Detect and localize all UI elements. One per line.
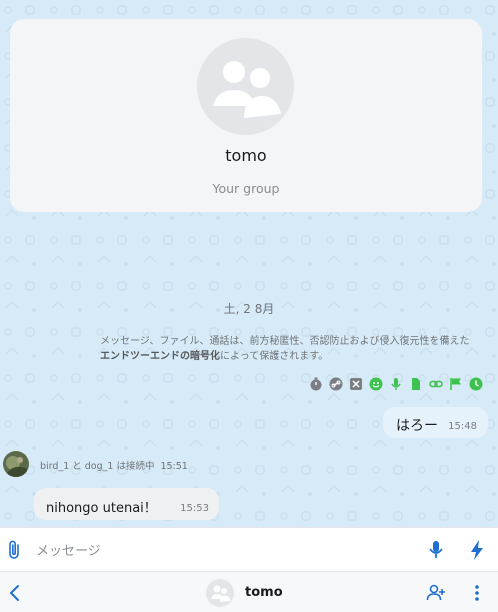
file-icon <box>409 376 423 390</box>
close-square-icon <box>349 376 363 390</box>
message-time: 15:53 <box>180 503 209 514</box>
more-vertical-icon[interactable] <box>472 584 482 602</box>
mic-icon <box>389 376 403 390</box>
bottom-navigation: tomo <box>0 571 498 612</box>
group-info-card: tomo Your group <box>10 19 482 212</box>
e2e-notice-bold: エンドツーエンドの暗号化 <box>100 351 220 362</box>
incoming-message[interactable]: nihongo utenai！ 15:53 <box>34 488 219 520</box>
outgoing-message[interactable]: はろー 15:48 <box>383 407 488 438</box>
chat-background: tomo Your group 土, 2 8月 メッセージ、ファイル、通話は、前… <box>0 0 498 527</box>
e2e-notice-text: メッセージ、ファイル、通話は、前方秘匿性、否認防止および侵入復元性を備えた <box>100 336 470 347</box>
join-notice: bird_1 と dog_1 は接続中 15:51 <box>40 458 188 472</box>
chevron-left-icon[interactable] <box>8 584 22 602</box>
clock-icon <box>469 376 483 391</box>
lightning-icon[interactable] <box>469 539 485 561</box>
timer-icon <box>309 376 323 391</box>
add-user-icon[interactable] <box>426 584 446 602</box>
e2e-notice: メッセージ、ファイル、通話は、前方秘匿性、否認防止および侵入復元性を備えた エン… <box>100 334 485 364</box>
link-circle-icon <box>329 376 343 391</box>
message-composer <box>0 527 498 572</box>
flag-icon <box>449 376 463 390</box>
message-text: はろー <box>396 418 438 434</box>
join-users: bird_1 と dog_1 は接続中 <box>40 461 155 472</box>
e2e-notice-text-2: によって保護されます。 <box>220 351 329 362</box>
group-subtitle: Your group <box>212 181 280 196</box>
group-avatar-icon[interactable] <box>197 38 294 135</box>
mic-icon[interactable] <box>428 540 444 560</box>
join-time: 15:51 <box>160 461 188 472</box>
user-avatar[interactable] <box>3 451 29 477</box>
date-separator: 土, 2 8月 <box>223 302 275 316</box>
group-avatar-small-icon[interactable] <box>206 579 234 607</box>
paperclip-icon[interactable] <box>6 540 24 560</box>
message-text: nihongo utenai！ <box>46 501 157 516</box>
emoji-add-icon <box>369 376 383 391</box>
chat-title[interactable]: tomo <box>245 585 283 600</box>
message-input[interactable] <box>34 538 408 564</box>
feature-icon-row <box>309 376 483 391</box>
link-icon <box>429 376 443 390</box>
group-name: tomo <box>225 146 267 165</box>
message-time: 15:48 <box>448 421 477 432</box>
